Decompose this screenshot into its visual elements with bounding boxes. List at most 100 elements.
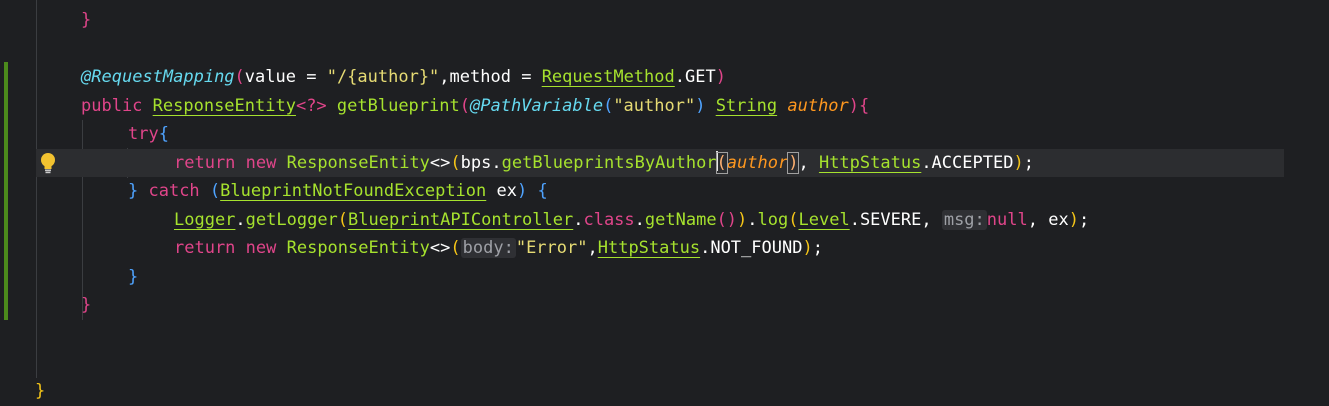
- string-literal: "author": [613, 96, 696, 116]
- parameter-name: author: [726, 153, 789, 173]
- comma: ,: [587, 238, 598, 258]
- type-name: ResponseEntity: [152, 96, 296, 116]
- vcs-change-marker: [4, 62, 8, 320]
- method-name: getName: [644, 210, 717, 230]
- dot: .: [235, 210, 246, 230]
- method-name: getBlueprint: [326, 96, 460, 116]
- keyword: catch: [148, 181, 210, 201]
- comma: ,: [798, 153, 819, 173]
- annotation-at: @: [469, 96, 481, 116]
- paren: (: [450, 153, 461, 173]
- paren: ): [1013, 153, 1024, 173]
- string-literal: "/{author}": [326, 67, 440, 87]
- brace: {: [158, 124, 169, 144]
- type-name: BlueprintNotFoundException: [220, 181, 487, 201]
- code-editor[interactable]: } @RequestMapping(value = "/{author}",me…: [0, 0, 1329, 406]
- variable: , ex: [1027, 210, 1069, 230]
- brace: {: [859, 96, 870, 116]
- code-line[interactable]: }: [128, 263, 138, 291]
- keyword: return: [174, 238, 246, 258]
- dot: .: [491, 153, 502, 173]
- dot: .: [747, 210, 758, 230]
- code-line[interactable]: } catch (BlueprintNotFoundException ex) …: [128, 177, 548, 205]
- type-name: RequestMethod: [541, 67, 675, 87]
- constant: .NOT_FOUND: [700, 238, 803, 258]
- method-name: getLogger: [245, 210, 338, 230]
- indent-guide: [36, 0, 37, 378]
- keyword: new: [245, 238, 287, 258]
- parameter-hint: body:: [460, 238, 516, 258]
- brace: }: [81, 10, 92, 30]
- method-name: log: [757, 210, 789, 230]
- paren: (: [603, 96, 614, 116]
- paren: (: [337, 210, 349, 230]
- paren: (: [209, 181, 221, 201]
- semicolon: ;: [1078, 210, 1090, 230]
- parameter-hint: msg:: [941, 210, 987, 230]
- diamond: <>: [429, 238, 451, 258]
- brace: }: [128, 181, 149, 201]
- type-name: HttpStatus: [597, 238, 701, 258]
- annotation-name: RequestMapping: [91, 67, 235, 87]
- brace: }: [81, 295, 92, 315]
- operator: =: [510, 67, 542, 87]
- brace: }: [35, 381, 46, 401]
- paren: (: [234, 67, 245, 87]
- variable: bps: [460, 153, 492, 173]
- dot: .: [634, 210, 645, 230]
- diamond: <>: [429, 153, 451, 173]
- type-name: ResponseEntity: [286, 153, 430, 173]
- code-line[interactable]: return new ResponseEntity<>(bps.getBluep…: [174, 149, 1034, 177]
- type-name: String: [715, 96, 778, 116]
- type-name: Logger: [174, 210, 236, 230]
- paren: ): [516, 181, 538, 201]
- code-line[interactable]: }: [35, 377, 45, 405]
- constant: .SEVERE,: [849, 210, 942, 230]
- keyword: return: [174, 153, 246, 173]
- paren: ): [715, 67, 726, 87]
- generic: <?>: [295, 96, 327, 116]
- parameter-name: author: [787, 96, 849, 116]
- paren: ): [1068, 210, 1079, 230]
- constant: .GET: [674, 67, 716, 87]
- method-name: getBlueprintsByAuthor: [501, 153, 717, 173]
- lightbulb-icon[interactable]: [39, 152, 57, 174]
- keyword: null: [986, 210, 1028, 230]
- type-name: HttpStatus: [818, 153, 922, 173]
- keyword: class: [583, 210, 635, 230]
- attribute-name: value: [244, 67, 296, 87]
- operator: =: [295, 67, 327, 87]
- paren: ): [802, 238, 813, 258]
- paren: ): [737, 210, 748, 230]
- matched-paren: ): [787, 152, 800, 174]
- variable: ex: [486, 181, 517, 201]
- type-name: BlueprintAPIController: [348, 210, 574, 230]
- semicolon: ;: [812, 238, 823, 258]
- type-name: ResponseEntity: [286, 238, 430, 258]
- keyword: new: [245, 153, 287, 173]
- annotation-name: PathVariable: [480, 96, 604, 116]
- code-line[interactable]: }: [81, 291, 91, 319]
- code-line[interactable]: return new ResponseEntity<>(body: "Error"…: [174, 234, 823, 262]
- code-line[interactable]: try{: [128, 120, 169, 148]
- code-line[interactable]: }: [81, 6, 91, 34]
- code-line[interactable]: @RequestMapping(value = "/{author}",meth…: [81, 63, 726, 91]
- paren: (: [450, 238, 461, 258]
- type-name: Level: [798, 210, 850, 230]
- code-line[interactable]: public ResponseEntity<?> getBlueprint(@P…: [81, 92, 869, 120]
- paren: ): [695, 96, 716, 116]
- comma: ,: [439, 67, 450, 87]
- keyword: try: [128, 124, 159, 144]
- semicolon: ;: [1023, 153, 1034, 173]
- paren: ): [848, 96, 860, 116]
- matched-paren: (: [715, 152, 728, 174]
- keyword: public: [81, 96, 153, 116]
- paren: (: [788, 210, 799, 230]
- brace: {: [537, 181, 548, 201]
- constant: .ACCEPTED: [921, 153, 1014, 173]
- string-literal: "Error": [515, 238, 588, 258]
- brace: }: [128, 267, 139, 287]
- code-line[interactable]: Logger.getLogger(BlueprintAPIController.…: [174, 206, 1089, 234]
- paren: (: [459, 96, 470, 116]
